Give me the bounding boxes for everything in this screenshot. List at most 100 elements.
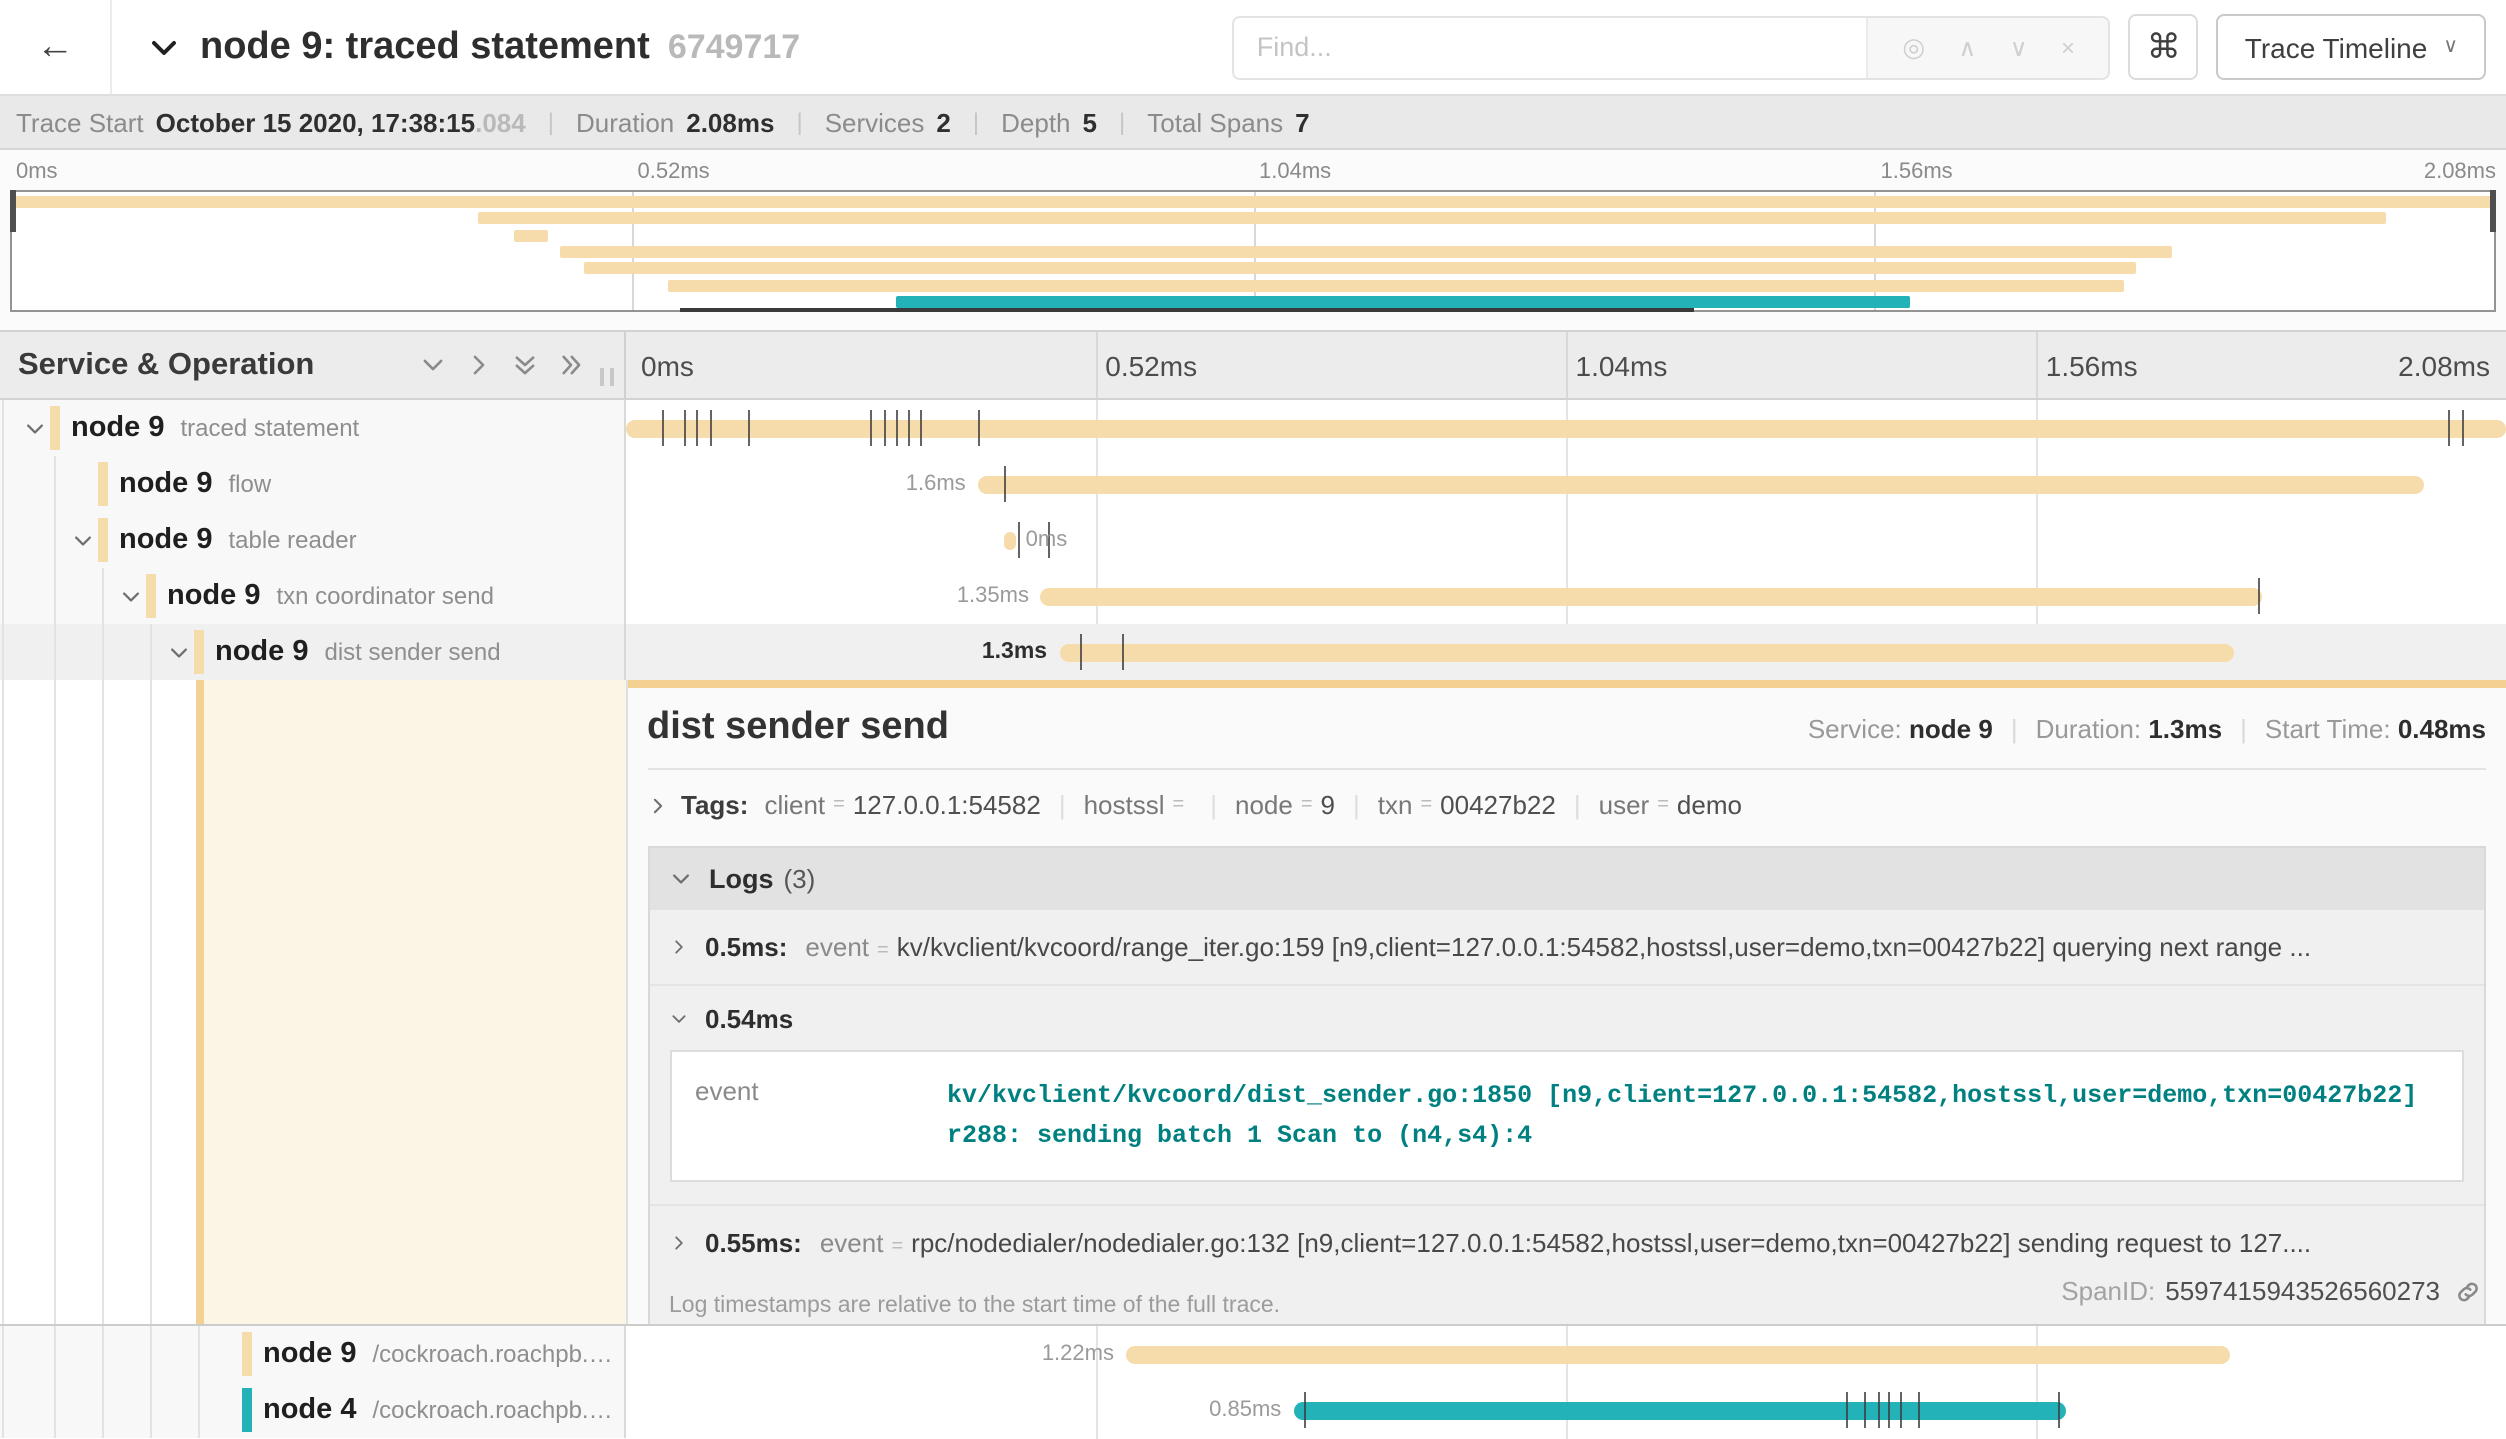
span-id-row: SpanID: 5597415943526560273: [2061, 1276, 2482, 1306]
timeline-axis-header: 0ms0.52ms1.04ms1.56ms2.08ms: [625, 332, 2506, 398]
log-timestamp: 0.55ms:: [705, 1228, 802, 1258]
minimap-span-bar: [477, 213, 2386, 225]
span-row[interactable]: node 9table reader0ms: [0, 512, 2506, 568]
span-detail-strip: dist sender send Service: node 9|Duratio…: [0, 680, 2506, 1326]
indent-guide: [150, 624, 152, 680]
span-bar-cell[interactable]: 1.22ms: [625, 1326, 2506, 1382]
span-name-cell[interactable]: node 9table reader: [0, 512, 625, 568]
span-name-cell[interactable]: node 9txn coordinator send: [0, 568, 625, 624]
meta-label: Total Spans: [1147, 107, 1283, 137]
log-expanded-header[interactable]: 0.54ms: [669, 1004, 2464, 1034]
match-target-icon[interactable]: ◎: [1902, 34, 1925, 60]
span-bar-cell[interactable]: 0.85ms: [625, 1382, 2506, 1438]
tags-row[interactable]: Tags:client=127.0.0.1:54582|hostssl=|nod…: [647, 778, 2486, 832]
span-color-bar: [146, 574, 155, 618]
minimap-tick-label: 2.08ms: [2424, 160, 2496, 184]
log-row[interactable]: 0.5ms:event=kv/kvclient/kvcoord/range_it…: [649, 910, 2484, 984]
view-selector-button[interactable]: Trace Timeline ∨: [2217, 14, 2486, 80]
span-log-tick: [1122, 634, 1124, 670]
minimap-tick-label: 1.04ms: [1259, 160, 1331, 184]
span-row[interactable]: node 9/cockroach.roachpb.I...1.22ms: [0, 1326, 2506, 1382]
view-selector-label: Trace Timeline: [2245, 31, 2428, 63]
span-id-label: SpanID:: [2061, 1276, 2155, 1306]
next-match-icon[interactable]: ∨: [2010, 35, 2028, 59]
span-log-tick: [1900, 1392, 1902, 1428]
span-row[interactable]: node 9txn coordinator send 1.35ms: [0, 568, 2506, 624]
column-resize-grip[interactable]: [599, 368, 613, 386]
span-detail-indent-column: [0, 680, 625, 1324]
logs-box: Logs (3) 0.5ms:event=kv/kvclient/kvcoord…: [647, 846, 2486, 1324]
meta-separator: |: [973, 108, 979, 136]
trace-collapse-toggle[interactable]: [148, 31, 180, 63]
back-button[interactable]: ←: [0, 0, 112, 94]
span-name-cell[interactable]: node 9traced statement: [0, 400, 625, 456]
span-service-name: node 9: [119, 524, 212, 556]
span-row[interactable]: node 9flow 1.6ms: [0, 456, 2506, 512]
topbar-controls: ◎ ∧ ∨ × ⌘ Trace Timeline ∨: [1233, 14, 2506, 80]
double-chevron-right-icon: [557, 352, 583, 378]
span-duration-label: 1.6ms: [906, 471, 966, 495]
axis-tick-label: 1.04ms: [1576, 350, 1668, 382]
span-log-tick: [685, 410, 687, 446]
span-bar[interactable]: [1005, 531, 1016, 550]
span-row[interactable]: node 9dist sender send1.3ms: [0, 624, 2506, 680]
span-bar[interactable]: [1041, 587, 2262, 606]
logs-header[interactable]: Logs (3): [649, 848, 2484, 910]
span-bar[interactable]: [978, 475, 2425, 494]
minimap-viewport-indicator[interactable]: [680, 307, 1694, 312]
command-icon: ⌘: [2147, 27, 2181, 67]
span-name-cell[interactable]: node 9dist sender send: [0, 624, 625, 680]
span-name-cell[interactable]: node 9flow: [0, 456, 625, 512]
span-bar-cell[interactable]: 1.35ms: [625, 568, 2506, 624]
span-bar[interactable]: [1126, 1345, 2229, 1364]
indent-guide: [150, 1326, 152, 1382]
span-bar[interactable]: [1059, 643, 2235, 662]
link-icon[interactable]: [2454, 1277, 2482, 1305]
minimap-right-handle[interactable]: [2490, 190, 2496, 232]
span-log-tick: [2447, 410, 2449, 446]
tag-separator: |: [1059, 790, 1066, 820]
log-row[interactable]: 0.55ms:event=rpc/nodedialer/nodedialer.g…: [649, 1204, 2484, 1280]
meta-separator: |: [796, 108, 802, 136]
log-field-key: event: [805, 932, 869, 962]
prev-match-icon[interactable]: ∧: [1959, 35, 1977, 59]
expand-all-button[interactable]: [557, 352, 583, 378]
span-bar-cell[interactable]: 0ms: [625, 512, 2506, 568]
indent-guide: [2, 456, 4, 512]
span-row[interactable]: node 4/cockroach.roachpb.I...0.85ms: [0, 1382, 2506, 1438]
indent-guide: [2, 400, 4, 456]
collapse-all-button[interactable]: [511, 352, 537, 378]
trace-page: ← node 9: traced statement 6749717 ◎∧∨× …: [0, 0, 2506, 1439]
log-field-value: rpc/nodedialer/nodedialer.go:132 [n9,cli…: [911, 1228, 2464, 1258]
span-bar[interactable]: [1293, 1401, 2066, 1420]
span-name-cell[interactable]: node 9/cockroach.roachpb.I...: [0, 1326, 625, 1382]
span-bar-cell[interactable]: [625, 400, 2506, 456]
span-expander[interactable]: [68, 529, 98, 551]
tag-key: node: [1235, 790, 1293, 820]
span-name-cell[interactable]: node 4/cockroach.roachpb.I...: [0, 1382, 625, 1438]
detail-meta-label: Service:: [1808, 714, 1909, 744]
clear-search-icon[interactable]: ×: [2061, 35, 2075, 59]
span-bar-cell[interactable]: 1.3ms: [625, 624, 2506, 680]
tag-value: demo: [1677, 790, 1742, 820]
tag-key: user: [1599, 790, 1650, 820]
span-expander[interactable]: [20, 417, 50, 439]
span-color-bar: [98, 462, 107, 506]
span-bar-cell[interactable]: 1.6ms: [625, 456, 2506, 512]
expand-one-button[interactable]: [465, 352, 491, 378]
find-input[interactable]: [1235, 17, 1867, 77]
minimap-canvas[interactable]: [10, 190, 2496, 312]
indent-guide: [102, 568, 104, 624]
span-expander[interactable]: [116, 585, 146, 607]
trace-meta-bar: Trace StartOctober 15 2020, 17:38:15.084…: [0, 96, 2506, 150]
minimap-left-handle[interactable]: [10, 190, 16, 232]
log-timestamp: 0.5ms:: [705, 932, 787, 962]
collapse-one-button[interactable]: [419, 352, 445, 378]
keyboard-shortcuts-button[interactable]: ⌘: [2129, 14, 2199, 80]
trace-minimap: 0ms0.52ms1.04ms1.56ms2.08ms: [0, 150, 2506, 330]
span-duration-label: 1.35ms: [957, 583, 1029, 607]
span-row[interactable]: node 9traced statement: [0, 400, 2506, 456]
indent-guide: [2, 1382, 4, 1438]
span-expander[interactable]: [164, 641, 194, 663]
service-operation-header: Service & Operation: [0, 332, 625, 398]
